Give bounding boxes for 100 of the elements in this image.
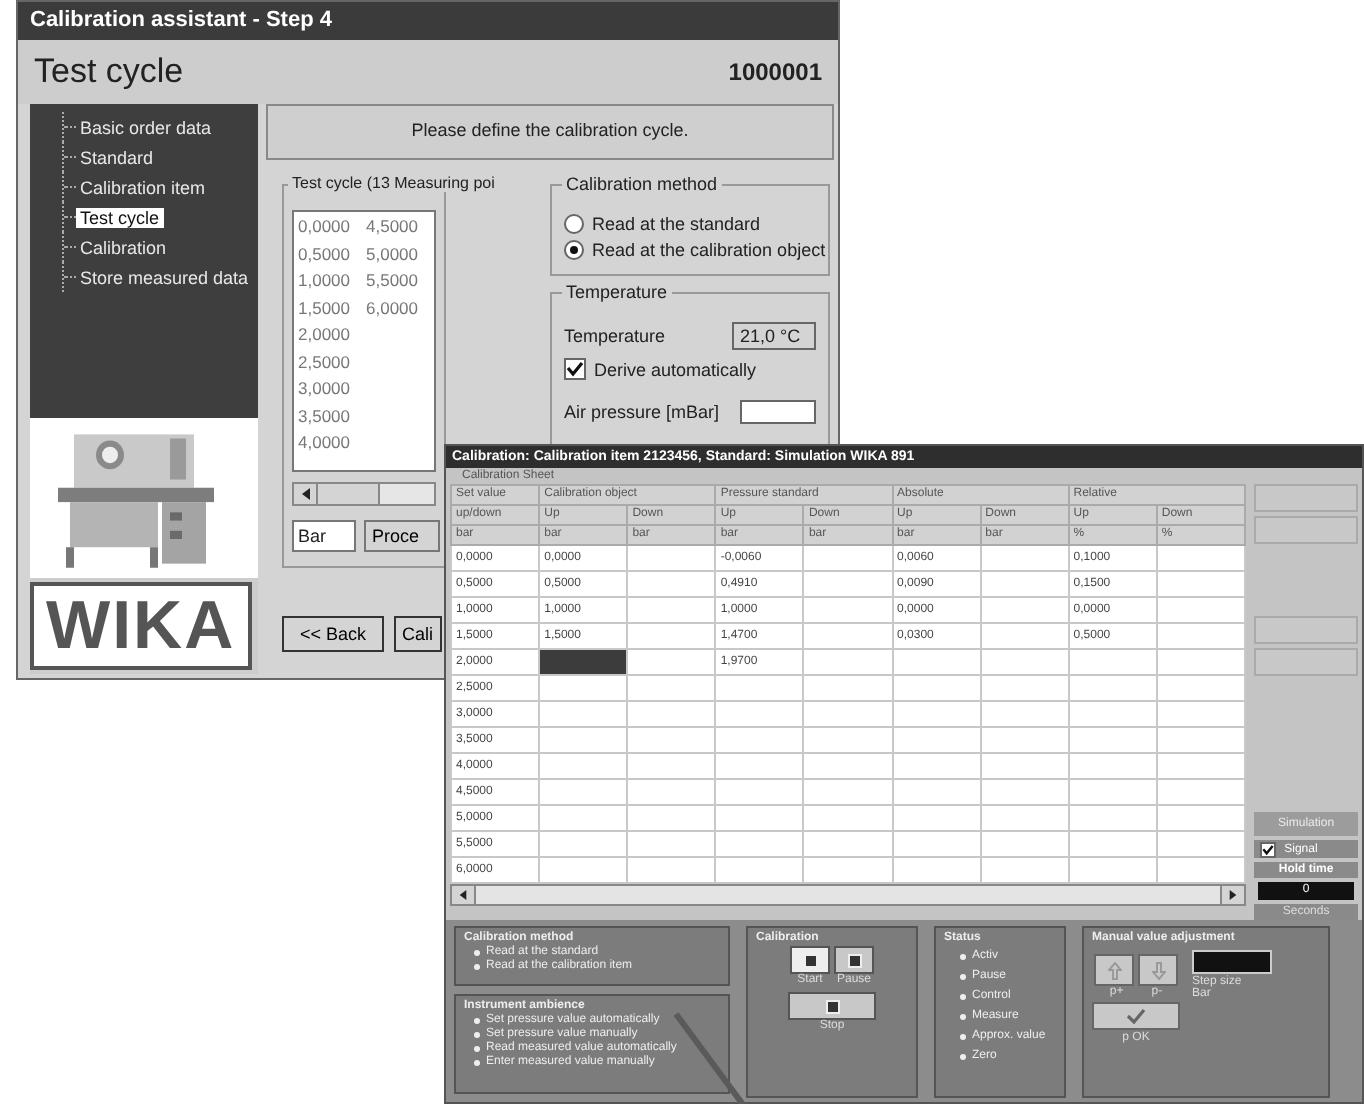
table-cell	[1156, 545, 1245, 571]
step-size-display	[1192, 950, 1272, 974]
table-cell	[803, 779, 893, 805]
scroll-bar[interactable]	[292, 482, 436, 506]
start-button[interactable]	[790, 946, 830, 974]
square-icon	[825, 999, 839, 1013]
table-cell	[980, 571, 1069, 597]
list-item[interactable]: 3,5000	[298, 403, 366, 430]
table-cell	[1156, 597, 1245, 623]
tree-item[interactable]: Standard	[76, 147, 158, 167]
table-cell	[627, 623, 716, 649]
bullet-icon	[474, 1018, 480, 1024]
table-cell	[1068, 701, 1157, 727]
proceed-button[interactable]: Proce	[364, 520, 440, 552]
tree-item[interactable]: Test cycle	[76, 207, 164, 227]
stop-button[interactable]	[788, 992, 876, 1020]
table-cell	[1156, 805, 1245, 831]
table-cell	[1068, 779, 1157, 805]
table-cell	[1068, 805, 1157, 831]
table-cell	[1068, 727, 1157, 753]
table-cell	[627, 857, 716, 883]
table-cell	[803, 571, 893, 597]
confirm-button[interactable]	[1092, 1002, 1180, 1030]
list-item[interactable]: 0,5000	[298, 241, 366, 268]
table-cell	[892, 675, 981, 701]
arrow-up-icon	[1107, 961, 1121, 979]
table-cell	[715, 753, 804, 779]
list-item[interactable]: 1,0000	[298, 268, 366, 295]
table-cell	[892, 805, 981, 831]
window-title: Calibration assistant - Step 4	[18, 2, 838, 40]
list-item[interactable]: 3,0000	[298, 376, 366, 403]
logo-text: WIKA	[30, 582, 252, 670]
temperature-field[interactable]: 21,0 °C	[732, 322, 816, 350]
table-cell	[980, 727, 1069, 753]
table-cell	[627, 597, 716, 623]
list-item[interactable]: 5,0000	[366, 241, 426, 268]
instruction-text: Please define the calibration cycle.	[266, 104, 834, 160]
table-cell	[715, 857, 804, 883]
scroll-left-icon[interactable]	[294, 484, 318, 504]
table-cell	[1156, 649, 1245, 675]
table-cell	[715, 805, 804, 831]
table-cell	[627, 649, 716, 675]
radio-button[interactable]	[564, 239, 584, 259]
table-cell	[980, 805, 1069, 831]
table-cell	[715, 727, 804, 753]
checkbox[interactable]	[564, 358, 586, 380]
list-item[interactable]: 1,5000	[298, 295, 366, 322]
scroll-left-icon[interactable]	[452, 886, 476, 904]
table-cell	[1156, 831, 1245, 857]
tree-item[interactable]: Basic order data	[76, 117, 216, 137]
table-cell	[627, 805, 716, 831]
value-list[interactable]: 0,0000 0,5000 1,0000 1,5000 2,0000 2,5000 3,0000 3,5000 4,0000 4,5000 5,0000 5,5000 6,0000	[292, 210, 436, 472]
scroll-thumb[interactable]	[318, 484, 380, 504]
tree-item[interactable]: Store measured data	[76, 267, 253, 287]
table-cell	[627, 545, 716, 571]
decrease-button[interactable]	[1138, 954, 1178, 986]
page-title: Test cycle	[34, 52, 184, 92]
table-cell	[892, 727, 981, 753]
list-item[interactable]: 2,0000	[298, 322, 366, 349]
input-field[interactable]	[740, 400, 816, 424]
table-cell	[803, 727, 893, 753]
group-title: Temperature	[562, 282, 672, 302]
table-cell	[627, 831, 716, 857]
pause-button[interactable]	[834, 946, 874, 974]
arrow-down-icon	[1151, 961, 1165, 979]
list-item[interactable]: 2,5000	[298, 349, 366, 376]
bullet-icon	[960, 973, 966, 979]
scroll-bar[interactable]	[450, 884, 1246, 906]
table-cell	[892, 857, 981, 883]
unit-field[interactable]: Bar	[292, 520, 356, 552]
table-cell	[980, 623, 1069, 649]
field-label: Temperature	[564, 326, 666, 346]
wizard-button[interactable]: << Back	[282, 616, 385, 652]
wizard-button[interactable]: Cali	[394, 616, 442, 652]
table-cell	[1156, 753, 1245, 779]
list-item[interactable]: 6,0000	[366, 295, 426, 322]
list-item[interactable]: 5,5000	[366, 268, 426, 295]
table-cell	[803, 857, 893, 883]
table-cell	[1068, 753, 1157, 779]
table-cell	[892, 753, 981, 779]
table-cell	[1156, 571, 1245, 597]
checkbox[interactable]	[1260, 841, 1277, 857]
increase-button[interactable]	[1094, 954, 1134, 986]
table-cell	[980, 675, 1069, 701]
table-cell	[892, 649, 981, 675]
table-cell	[980, 779, 1069, 805]
list-item[interactable]: 4,0000	[298, 430, 366, 457]
table-cell	[1156, 623, 1245, 649]
list-item[interactable]: 0,0000	[298, 214, 366, 241]
bullet-icon	[474, 964, 480, 970]
table-cell	[1156, 675, 1245, 701]
scroll-right-icon[interactable]	[1220, 886, 1244, 904]
table-cell	[980, 831, 1069, 857]
table-cell	[1068, 857, 1157, 883]
order-number: 1000001	[728, 58, 822, 86]
list-item[interactable]: 4,5000	[366, 214, 426, 241]
radio-button[interactable]	[564, 213, 584, 233]
tree-item[interactable]: Calibration	[76, 237, 171, 257]
table-cell	[980, 545, 1069, 571]
tree-item[interactable]: Calibration item	[76, 177, 210, 197]
